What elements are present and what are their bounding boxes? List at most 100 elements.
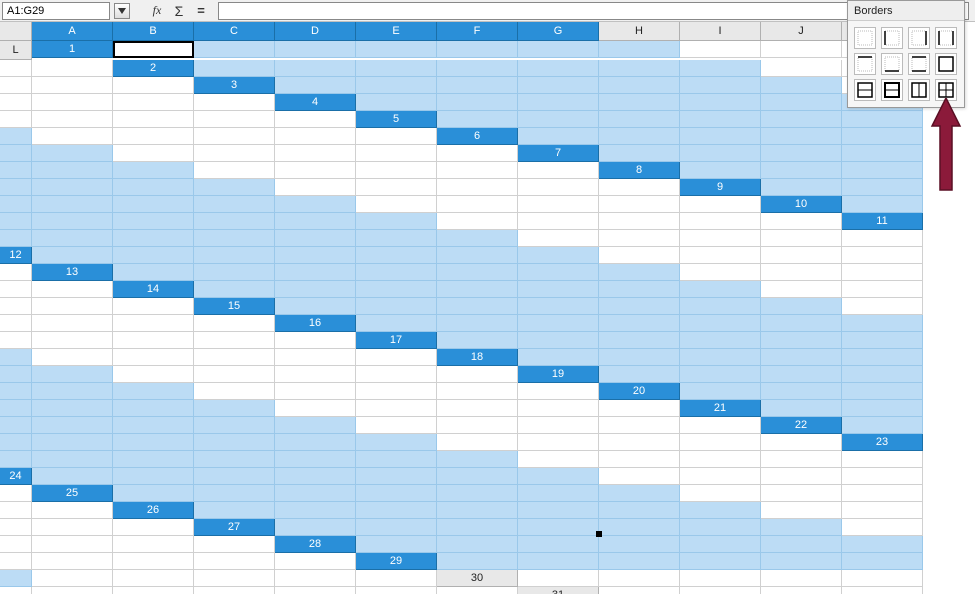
cell[interactable]	[437, 519, 518, 536]
cell[interactable]	[761, 179, 842, 196]
cell[interactable]	[680, 383, 761, 400]
cell[interactable]	[680, 434, 761, 451]
cell[interactable]	[437, 94, 518, 111]
cell[interactable]	[518, 434, 599, 451]
cell[interactable]	[518, 383, 599, 400]
cell[interactable]	[32, 451, 113, 468]
cell[interactable]	[842, 383, 923, 400]
cell[interactable]	[113, 519, 194, 536]
cell[interactable]	[113, 298, 194, 315]
cell[interactable]	[680, 77, 761, 94]
cell[interactable]	[194, 213, 275, 230]
border-outer-ver-button[interactable]	[908, 79, 930, 101]
cell[interactable]	[356, 400, 437, 417]
cell[interactable]	[518, 162, 599, 179]
cell[interactable]	[0, 77, 32, 94]
row-header[interactable]: 22	[761, 417, 842, 434]
row-header[interactable]: 14	[113, 281, 194, 298]
cell[interactable]	[680, 196, 761, 213]
cell[interactable]	[356, 41, 437, 58]
cell[interactable]	[680, 468, 761, 485]
cell[interactable]	[194, 434, 275, 451]
cell[interactable]	[194, 162, 275, 179]
cell[interactable]	[32, 77, 113, 94]
cell[interactable]	[275, 196, 356, 213]
cell[interactable]	[113, 349, 194, 366]
cell[interactable]	[356, 281, 437, 298]
row-header[interactable]: 25	[32, 485, 113, 502]
cell[interactable]	[599, 587, 680, 594]
cell[interactable]	[518, 570, 599, 587]
cell[interactable]	[113, 366, 194, 383]
cell[interactable]	[194, 383, 275, 400]
cell[interactable]	[437, 468, 518, 485]
cell[interactable]	[437, 298, 518, 315]
cell[interactable]	[194, 281, 275, 298]
cell[interactable]	[599, 536, 680, 553]
cell[interactable]	[32, 468, 113, 485]
row-header[interactable]: 9	[680, 179, 761, 196]
cell[interactable]	[599, 128, 680, 145]
cell[interactable]	[437, 383, 518, 400]
cell[interactable]	[437, 417, 518, 434]
cell[interactable]	[599, 213, 680, 230]
cell[interactable]	[761, 213, 842, 230]
cell[interactable]	[761, 383, 842, 400]
cell[interactable]	[518, 417, 599, 434]
cell[interactable]	[599, 485, 680, 502]
cell[interactable]	[356, 502, 437, 519]
cell[interactable]	[32, 400, 113, 417]
cell[interactable]	[761, 468, 842, 485]
cell[interactable]	[680, 519, 761, 536]
cell[interactable]	[0, 162, 32, 179]
cell[interactable]	[275, 264, 356, 281]
cell[interactable]	[0, 264, 32, 281]
cell[interactable]	[356, 145, 437, 162]
cell[interactable]	[599, 77, 680, 94]
cell[interactable]	[275, 128, 356, 145]
cell[interactable]	[842, 349, 923, 366]
cell[interactable]	[113, 264, 194, 281]
cell[interactable]	[680, 570, 761, 587]
sum-icon[interactable]: Σ	[170, 2, 188, 20]
cell[interactable]	[113, 111, 194, 128]
cell[interactable]	[0, 315, 32, 332]
cell[interactable]	[32, 519, 113, 536]
cell[interactable]	[842, 196, 923, 213]
cell[interactable]	[113, 553, 194, 570]
cell[interactable]	[437, 247, 518, 264]
cell[interactable]	[761, 434, 842, 451]
cell[interactable]	[842, 570, 923, 587]
border-box-all-button[interactable]	[935, 79, 957, 101]
cell[interactable]	[518, 213, 599, 230]
cell[interactable]	[275, 434, 356, 451]
cell[interactable]	[194, 451, 275, 468]
cell[interactable]	[194, 196, 275, 213]
cell[interactable]	[518, 400, 599, 417]
cell[interactable]	[356, 570, 437, 587]
cell[interactable]	[599, 179, 680, 196]
cell[interactable]	[275, 281, 356, 298]
cell[interactable]	[356, 196, 437, 213]
cell[interactable]	[113, 162, 194, 179]
cell[interactable]	[518, 519, 599, 536]
cell[interactable]	[275, 485, 356, 502]
cell[interactable]	[32, 570, 113, 587]
cell[interactable]	[32, 60, 113, 77]
cell[interactable]	[680, 451, 761, 468]
cell[interactable]	[842, 298, 923, 315]
cell[interactable]	[275, 383, 356, 400]
cell[interactable]	[0, 519, 32, 536]
cell[interactable]	[356, 60, 437, 77]
cell[interactable]	[275, 366, 356, 383]
cell[interactable]	[761, 315, 842, 332]
row-header[interactable]: 19	[518, 366, 599, 383]
function-wizard-icon[interactable]: fx	[148, 2, 166, 20]
cell[interactable]	[194, 264, 275, 281]
cell[interactable]	[356, 519, 437, 536]
cell[interactable]	[761, 111, 842, 128]
equals-icon[interactable]: =	[192, 2, 210, 20]
cell[interactable]	[194, 60, 275, 77]
cell[interactable]	[761, 332, 842, 349]
row-header[interactable]: 26	[113, 502, 194, 519]
